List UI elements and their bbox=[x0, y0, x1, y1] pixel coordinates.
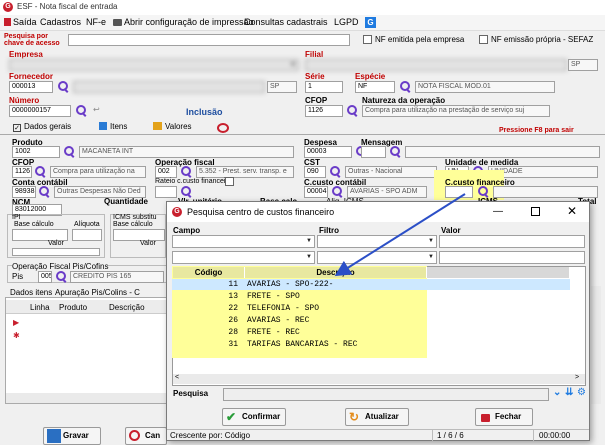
annotation-arrow bbox=[334, 193, 466, 277]
